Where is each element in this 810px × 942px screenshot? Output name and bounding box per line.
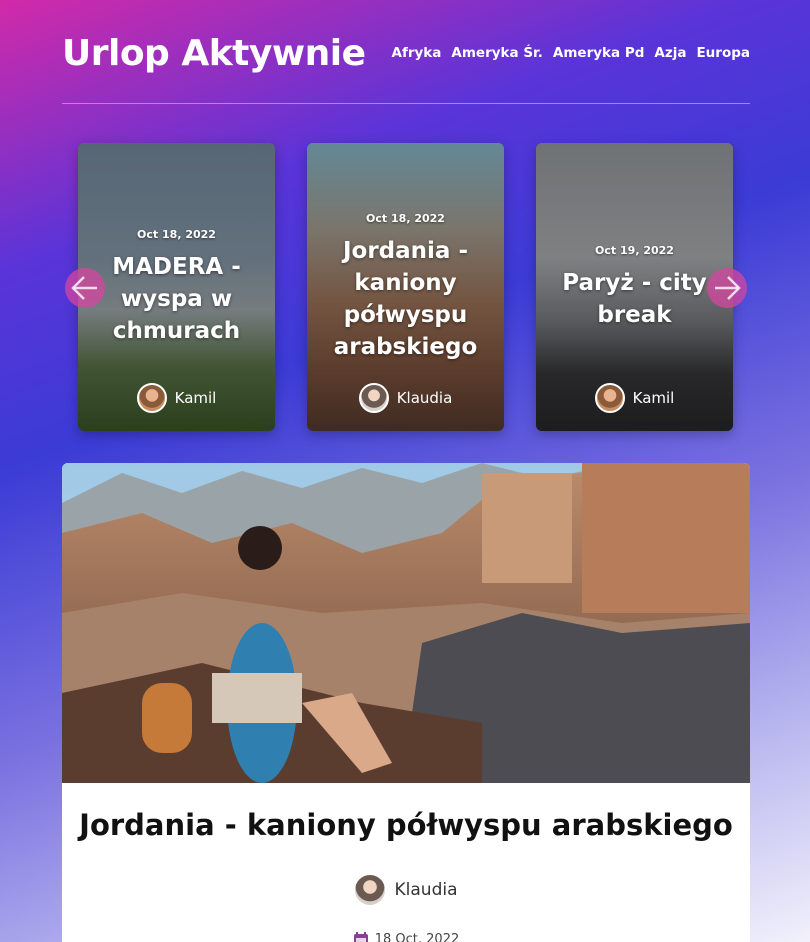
featured-post-author: Klaudia	[62, 875, 750, 905]
carousel-prev-button[interactable]	[65, 268, 105, 308]
avatar	[354, 875, 385, 905]
card-title[interactable]: Paryż - city break	[546, 267, 723, 331]
carousel-card[interactable]: Oct 19, 2022 Paryż - city break Kamil	[536, 143, 733, 431]
nav-link-azja[interactable]: Azja	[654, 45, 686, 61]
avatar	[358, 383, 389, 413]
header-divider	[62, 103, 750, 104]
arrow-right-icon	[715, 276, 741, 300]
featured-post-image[interactable]	[62, 463, 750, 783]
card-title[interactable]: Jordania - kaniony półwyspu arabskiego	[317, 235, 494, 363]
nav-link-ameryka-srodkowa[interactable]: Ameryka Śr.	[451, 45, 543, 61]
card-date: Oct 19, 2022	[595, 243, 674, 257]
post-carousel: Oct 18, 2022 MADERA - wyspa w chmurach K…	[0, 143, 810, 431]
arrow-left-icon	[71, 276, 97, 300]
carousel-card[interactable]: Oct 18, 2022 MADERA - wyspa w chmurach K…	[78, 143, 275, 431]
canyon-photo	[62, 463, 750, 783]
featured-post-date: 18 Oct, 2022	[62, 931, 750, 942]
card-author: Klaudia	[307, 383, 504, 413]
featured-date-text: 18 Oct, 2022	[374, 931, 460, 942]
card-author: Kamil	[536, 383, 733, 413]
carousel-next-button[interactable]	[707, 268, 747, 308]
avatar	[594, 383, 625, 413]
site-title[interactable]: Urlop Aktywnie	[62, 33, 366, 74]
main-nav: Afryka Ameryka Śr. Ameryka Pd Azja Europ…	[392, 45, 750, 61]
card-date: Oct 18, 2022	[137, 227, 216, 241]
card-author: Kamil	[78, 383, 275, 413]
site-header: Urlop Aktywnie Afryka Ameryka Śr. Ameryk…	[62, 28, 750, 78]
card-author-name: Kamil	[174, 389, 217, 407]
avatar	[136, 383, 167, 413]
nav-link-afryka[interactable]: Afryka	[392, 45, 442, 61]
nav-link-ameryka-poludniowa[interactable]: Ameryka Pd	[553, 45, 644, 61]
calendar-icon	[353, 932, 368, 942]
card-title[interactable]: MADERA - wyspa w chmurach	[88, 251, 265, 347]
card-date: Oct 18, 2022	[366, 211, 445, 225]
nav-link-europa[interactable]: Europa	[696, 45, 750, 61]
featured-author-name: Klaudia	[394, 880, 458, 900]
card-author-name: Kamil	[632, 389, 675, 407]
card-author-name: Klaudia	[396, 389, 453, 407]
featured-post: Jordania - kaniony półwyspu arabskiego K…	[62, 463, 750, 942]
carousel-card[interactable]: Oct 18, 2022 Jordania - kaniony półwyspu…	[307, 143, 504, 431]
featured-post-title[interactable]: Jordania - kaniony półwyspu arabskiego	[62, 808, 750, 842]
